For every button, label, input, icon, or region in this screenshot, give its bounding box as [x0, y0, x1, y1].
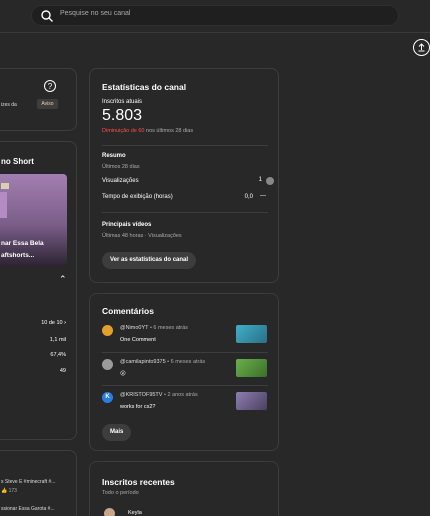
rank-value: 10 de 10 › [41, 320, 66, 326]
divider [102, 385, 268, 386]
video-title[interactable]: ssionar Essa Garota #... [1, 506, 55, 512]
thumbs-up-icon: 👍 [1, 488, 8, 494]
search-icon [41, 10, 53, 22]
short-caption: nar Essa Bela [1, 240, 44, 247]
watch-time-label: Tempo de exibição (horas) [102, 194, 173, 200]
summary-title: Resumo [102, 153, 126, 159]
divider [102, 212, 268, 213]
divider [102, 145, 268, 146]
card-title: no Short [1, 157, 34, 166]
percent-value: 67,4% [50, 352, 66, 358]
chevron-right-icon[interactable]: › [64, 320, 66, 326]
short-thumbnail[interactable]: nar Essa Bela aftshorts... [0, 174, 67, 267]
subscriber-name[interactable]: Keyla [128, 510, 142, 516]
subscribers-change: Diminuição de 60 nos últimos 28 dias [102, 128, 194, 134]
avatar[interactable] [102, 325, 113, 336]
dashboard-card-partial: ? izes da Aviso [0, 68, 77, 131]
search-input[interactable]: Pesquise no seu canal [60, 10, 130, 17]
thumbnail-figure [0, 192, 7, 218]
video-title[interactable]: s Steve E #minecraft #... [1, 479, 55, 485]
subscribers-label: Inscritos atuais [102, 99, 143, 105]
published-videos-card: s Steve E #minecraft #... 👍 173 ssionar … [0, 450, 77, 516]
view-channel-stats-button[interactable]: Ver as estatísticas do canal [102, 252, 197, 269]
avatar[interactable] [102, 359, 113, 370]
avatar[interactable] [104, 508, 115, 516]
top-bar: Pesquise no seu canal [0, 0, 430, 33]
comment-text: works for cs2? [120, 404, 156, 410]
chevron-up-icon[interactable]: ⌃ [59, 274, 67, 285]
divider [102, 352, 268, 353]
watch-time-value: 0,0 [244, 194, 253, 200]
avatar[interactable]: K [102, 392, 113, 403]
search-box[interactable]: Pesquise no seu canal [31, 5, 399, 26]
latest-short-card: no Short nar Essa Bela aftshorts... ⌃ 10… [0, 141, 77, 440]
top-videos-title: Principais vídeos [102, 222, 152, 228]
comment-text: One Comment [120, 337, 156, 343]
video-thumbnail[interactable] [236, 325, 267, 343]
thumbnail-detail [1, 183, 9, 189]
info-icon[interactable] [266, 177, 274, 185]
views-label: Visualizações [102, 178, 139, 184]
count-value: 49 [59, 368, 66, 374]
warning-badge: Aviso [37, 99, 58, 109]
comment-meta: @Nimo0YT • 6 meses atrás [120, 325, 188, 331]
comment-meta: @KRISTOF95TV • 2 anos atrás [120, 392, 198, 398]
views-value: 1 [258, 177, 262, 183]
watch-time-trend: — [260, 193, 266, 199]
video-thumbnail[interactable] [236, 392, 267, 410]
comment-meta: @camilapinto9375 • 6 meses atrás [120, 359, 206, 365]
comments-card: Comentários @Nimo0YT • 6 meses atrás One… [89, 293, 279, 451]
likes-count: 👍 173 [1, 488, 17, 494]
video-thumbnail[interactable] [236, 359, 267, 377]
top-videos-subtitle: Últimas 48 horas · Visualizações [102, 233, 182, 239]
recent-subscribers-card: Inscritos recentes Todo o período Keyla [89, 461, 279, 516]
card-title: Comentários [102, 306, 154, 316]
card-title: Inscritos recentes [102, 477, 175, 487]
period-label: Todo o período [102, 490, 139, 496]
short-caption: aftshorts... [1, 252, 35, 259]
views-value: 1,1 mil [49, 337, 66, 343]
more-button[interactable]: Mais [102, 424, 132, 441]
help-icon[interactable]: ? [44, 80, 56, 92]
comment-text: 😮 [120, 371, 126, 377]
channel-stats-card: Estatísticas do canal Inscritos atuais 5… [89, 68, 279, 283]
card-text: izes da [1, 102, 17, 108]
subscribers-count: 5.803 [102, 107, 143, 124]
summary-period: Últimos 28 dias [102, 164, 140, 170]
card-title: Estatísticas do canal [102, 82, 187, 92]
upload-icon[interactable] [413, 39, 430, 56]
